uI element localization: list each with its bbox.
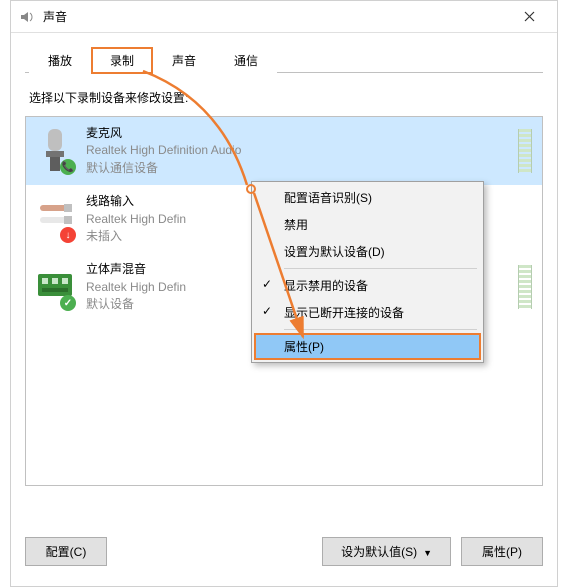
ctx-set-default[interactable]: 设置为默认设备(D) [254,238,481,265]
speaker-icon [19,9,35,25]
microphone-icon: 📞 [36,125,74,173]
check-icon: ✓ [262,277,272,291]
ctx-separator [284,329,477,330]
button-bar: 配置(C) 设为默认值(S) ▼ 属性(P) [25,537,543,566]
status-badge-icon: ↓ [60,227,76,243]
set-default-button[interactable]: 设为默认值(S) ▼ [322,537,451,566]
tab-playback[interactable]: 播放 [29,47,91,74]
tab-recording[interactable]: 录制 [91,47,153,74]
set-default-label: 设为默认值(S) [341,545,417,559]
tab-communications[interactable]: 通信 [215,47,277,74]
device-name: 麦克风 [86,125,506,142]
tab-strip: 播放 录制 声音 通信 [25,47,543,73]
properties-button[interactable]: 属性(P) [461,537,543,566]
check-icon: ✓ [262,304,272,318]
titlebar: 声音 [11,1,557,33]
status-badge-icon: 📞 [60,159,76,175]
ctx-configure-speech[interactable]: 配置语音识别(S) [254,184,481,211]
ctx-label: 显示已断开连接的设备 [284,304,404,321]
configure-button[interactable]: 配置(C) [25,537,107,566]
chevron-down-icon: ▼ [423,548,432,558]
ctx-properties[interactable]: 属性(P) [254,333,481,360]
line-in-icon: ↓ [36,193,74,241]
device-row[interactable]: 📞 麦克风 Realtek High Definition Audio 默认通信… [26,117,542,185]
sound-dialog: 声音 播放 录制 声音 通信 选择以下录制设备来修改设置: [10,0,558,587]
level-meter [518,265,532,309]
device-context-menu: 配置语音识别(S) 禁用 设置为默认设备(D) ✓ 显示禁用的设备 ✓ 显示已断… [251,181,484,363]
level-meter [518,129,532,173]
ctx-separator [284,268,477,269]
instruction-text: 选择以下录制设备来修改设置: [29,89,539,106]
close-button[interactable] [509,3,549,31]
ctx-label: 显示禁用的设备 [284,277,368,294]
ctx-show-disabled[interactable]: ✓ 显示禁用的设备 [254,272,481,299]
window-title: 声音 [43,8,509,25]
ctx-show-disconnected[interactable]: ✓ 显示已断开连接的设备 [254,299,481,326]
tab-sounds[interactable]: 声音 [153,47,215,74]
ctx-disable[interactable]: 禁用 [254,211,481,238]
device-status: 默认通信设备 [86,160,506,177]
device-driver: Realtek High Definition Audio [86,142,506,159]
stereo-mix-icon: ✓ [36,261,74,309]
status-badge-icon: ✓ [60,295,76,311]
